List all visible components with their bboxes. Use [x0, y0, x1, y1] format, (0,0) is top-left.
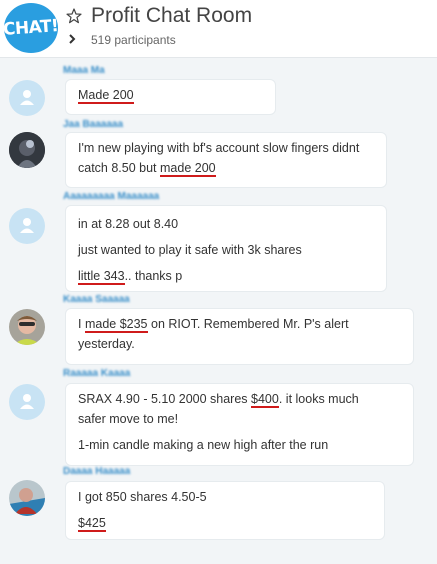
message-text: I got 850 shares 4.50-5 [78, 490, 207, 504]
message-bubble: I'm new playing with bf's account slow f… [65, 132, 387, 188]
message-bubble: I got 850 shares 4.50-5 $425 [65, 481, 385, 540]
avatar-photo [9, 480, 45, 516]
message-line: I made $235 on RIOT. Remembered Mr. P's … [78, 314, 401, 334]
user-icon [20, 394, 34, 409]
logo-text: CHAT! [2, 16, 60, 40]
author-name[interactable]: Kaaaa Saaaaa [63, 294, 130, 305]
avatar[interactable] [9, 208, 45, 244]
message-text: I'm new playing with bf's account slow f… [78, 141, 360, 155]
chat-logo: CHAT! [2, 3, 60, 53]
message-text: 1-min candle making a new high after the… [78, 438, 329, 452]
participants-count[interactable]: 519 participants [91, 33, 176, 47]
message-line: catch 8.50 but made 200 [78, 158, 374, 178]
message-line: just wanted to play it safe with 3k shar… [78, 240, 374, 260]
message-line: $425 [78, 513, 372, 533]
avatar[interactable] [9, 384, 45, 420]
author-name[interactable]: Raaaaa Kaaaa [63, 368, 130, 379]
message-text: on RIOT. Remembered Mr. P's alert [147, 317, 349, 331]
message-line: Made 200 [78, 85, 263, 105]
message-line: safer move to me! [78, 409, 401, 429]
author-name[interactable]: Daaaa Haaaaa [63, 466, 130, 477]
author-name[interactable]: Aaaaaaaaa Maaaaaa [63, 191, 159, 202]
author-name[interactable]: Jaa Baaaaaa [63, 119, 123, 130]
message-text: in at 8.28 out 8.40 [78, 217, 179, 231]
avatar-photo [9, 309, 45, 345]
message-line: in at 8.28 out 8.40 [78, 214, 374, 234]
message-line: yesterday. [78, 334, 401, 354]
message-bubble: I made $235 on RIOT. Remembered Mr. P's … [65, 308, 414, 365]
user-icon [20, 90, 34, 105]
avatar[interactable] [9, 480, 45, 516]
message-line: I'm new playing with bf's account slow f… [78, 138, 374, 158]
highlighted-text: $400 [251, 392, 279, 408]
message-bubble: Made 200 [65, 79, 276, 115]
message-line: SRAX 4.90 - 5.10 2000 shares $400. it lo… [78, 389, 401, 409]
chat-title: Profit Chat Room [91, 4, 253, 27]
highlighted-text: made 200 [160, 161, 216, 177]
message-line: little 343.. thanks p [78, 266, 374, 286]
highlighted-text: made $235 [84, 317, 148, 333]
message-text: .. thanks p [124, 269, 183, 283]
message-text: . it looks much [278, 392, 359, 406]
star-icon[interactable] [66, 8, 82, 24]
message-bubble: in at 8.28 out 8.40 just wanted to play … [65, 205, 387, 292]
message-line: 1-min candle making a new high after the… [78, 435, 401, 455]
message-text: safer move to me! [78, 412, 179, 426]
message-text: I [78, 317, 85, 331]
message-bubble: SRAX 4.90 - 5.10 2000 shares $400. it lo… [65, 383, 414, 466]
message-text: catch 8.50 but [78, 161, 161, 175]
chevron-right-icon[interactable] [68, 34, 76, 44]
avatar[interactable] [9, 80, 45, 116]
author-name[interactable]: Maaa Ma [63, 65, 105, 76]
message-line: I got 850 shares 4.50-5 [78, 487, 372, 507]
message-feed[interactable]: Maaa Ma Made 200 Jaa Baaaaaa I'm new pla… [0, 58, 437, 564]
highlighted-text: Made 200 [78, 88, 134, 104]
message-text: SRAX 4.90 - 5.10 2000 shares [78, 392, 252, 406]
avatar[interactable] [9, 132, 45, 168]
user-icon [20, 218, 34, 233]
highlighted-text: $425 [78, 516, 106, 532]
avatar-photo [9, 132, 45, 168]
message-text: just wanted to play it safe with 3k shar… [78, 243, 302, 257]
message-text: yesterday. [78, 337, 135, 351]
chat-header: CHAT! Profit Chat Room 519 participants [0, 0, 437, 57]
avatar[interactable] [9, 309, 45, 345]
highlighted-text: little 343 [78, 269, 125, 285]
